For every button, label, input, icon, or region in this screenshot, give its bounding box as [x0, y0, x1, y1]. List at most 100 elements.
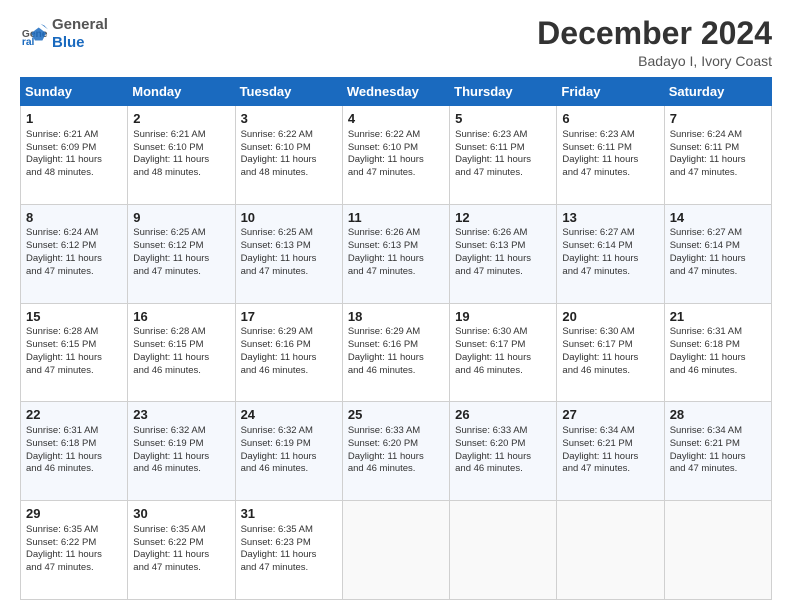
day-info-line: and 47 minutes. — [670, 266, 766, 279]
day-info-line: Daylight: 11 hours — [241, 352, 337, 365]
month-title: December 2024 — [537, 16, 772, 51]
day-info-line: Sunrise: 6:35 AM — [26, 524, 122, 537]
day-number: 3 — [241, 110, 337, 128]
day-info-line: and 47 minutes. — [562, 266, 658, 279]
day-info-line: Daylight: 11 hours — [241, 154, 337, 167]
day-number: 11 — [348, 209, 444, 227]
day-info-line: and 46 minutes. — [455, 463, 551, 476]
day-info-line: and 48 minutes. — [26, 167, 122, 180]
day-info-line: Sunset: 6:10 PM — [133, 142, 229, 155]
logo-icon: Gene ral — [20, 20, 48, 48]
day-info-line: and 47 minutes. — [26, 266, 122, 279]
day-info-line: Sunset: 6:10 PM — [241, 142, 337, 155]
day-info-line: Sunset: 6:21 PM — [562, 438, 658, 451]
day-info-line: Sunrise: 6:35 AM — [241, 524, 337, 537]
calendar-cell: 1Sunrise: 6:21 AMSunset: 6:09 PMDaylight… — [21, 106, 128, 205]
calendar-cell — [557, 501, 664, 600]
day-info-line: Daylight: 11 hours — [241, 451, 337, 464]
day-info-line: Sunset: 6:19 PM — [133, 438, 229, 451]
day-info-line: Sunset: 6:15 PM — [133, 339, 229, 352]
day-info-line: Sunrise: 6:29 AM — [348, 326, 444, 339]
calendar-body: 1Sunrise: 6:21 AMSunset: 6:09 PMDaylight… — [21, 106, 772, 600]
calendar-cell: 30Sunrise: 6:35 AMSunset: 6:22 PMDayligh… — [128, 501, 235, 600]
calendar-week-1: 1Sunrise: 6:21 AMSunset: 6:09 PMDaylight… — [21, 106, 772, 205]
day-number: 17 — [241, 308, 337, 326]
day-info-line: Sunrise: 6:28 AM — [133, 326, 229, 339]
day-info-line: and 46 minutes. — [241, 365, 337, 378]
day-info-line: Sunset: 6:17 PM — [562, 339, 658, 352]
day-info-line: and 46 minutes. — [241, 463, 337, 476]
day-info-line: Sunset: 6:19 PM — [241, 438, 337, 451]
svg-text:ral: ral — [22, 37, 35, 48]
calendar-cell: 11Sunrise: 6:26 AMSunset: 6:13 PMDayligh… — [342, 204, 449, 303]
weekday-saturday: Saturday — [664, 78, 771, 106]
day-number: 21 — [670, 308, 766, 326]
day-info-line: Sunrise: 6:34 AM — [562, 425, 658, 438]
calendar-cell: 21Sunrise: 6:31 AMSunset: 6:18 PMDayligh… — [664, 303, 771, 402]
day-info-line: and 47 minutes. — [241, 266, 337, 279]
day-info-line: and 47 minutes. — [562, 167, 658, 180]
calendar-cell: 25Sunrise: 6:33 AMSunset: 6:20 PMDayligh… — [342, 402, 449, 501]
day-info-line: Sunset: 6:16 PM — [241, 339, 337, 352]
day-info-line: Sunset: 6:21 PM — [670, 438, 766, 451]
day-info-line: Daylight: 11 hours — [133, 253, 229, 266]
day-info-line: and 46 minutes. — [455, 365, 551, 378]
day-info-line: Sunrise: 6:23 AM — [455, 129, 551, 142]
day-info-line: Sunrise: 6:34 AM — [670, 425, 766, 438]
day-info-line: Sunset: 6:23 PM — [241, 537, 337, 550]
calendar-cell — [342, 501, 449, 600]
day-info-line: and 47 minutes. — [455, 266, 551, 279]
calendar-cell: 7Sunrise: 6:24 AMSunset: 6:11 PMDaylight… — [664, 106, 771, 205]
day-info-line: Daylight: 11 hours — [348, 154, 444, 167]
calendar-cell: 27Sunrise: 6:34 AMSunset: 6:21 PMDayligh… — [557, 402, 664, 501]
day-info-line: and 47 minutes. — [26, 365, 122, 378]
day-info-line: Sunset: 6:22 PM — [26, 537, 122, 550]
day-info-line: and 46 minutes. — [133, 365, 229, 378]
calendar-cell: 24Sunrise: 6:32 AMSunset: 6:19 PMDayligh… — [235, 402, 342, 501]
title-area: December 2024 Badayo I, Ivory Coast — [537, 16, 772, 69]
day-info-line: and 47 minutes. — [455, 167, 551, 180]
day-info-line: Daylight: 11 hours — [26, 549, 122, 562]
day-info-line: Daylight: 11 hours — [26, 154, 122, 167]
day-info-line: Daylight: 11 hours — [348, 352, 444, 365]
day-info-line: and 46 minutes. — [348, 365, 444, 378]
day-info-line: and 46 minutes. — [348, 463, 444, 476]
day-info-line: Daylight: 11 hours — [26, 253, 122, 266]
calendar-cell: 8Sunrise: 6:24 AMSunset: 6:12 PMDaylight… — [21, 204, 128, 303]
logo: Gene ral General Blue — [20, 16, 108, 52]
day-info-line: Sunrise: 6:28 AM — [26, 326, 122, 339]
day-info-line: Daylight: 11 hours — [241, 253, 337, 266]
day-info-line: Sunset: 6:15 PM — [26, 339, 122, 352]
weekday-tuesday: Tuesday — [235, 78, 342, 106]
day-info-line: Daylight: 11 hours — [133, 451, 229, 464]
calendar-cell: 6Sunrise: 6:23 AMSunset: 6:11 PMDaylight… — [557, 106, 664, 205]
day-info-line: Sunrise: 6:32 AM — [133, 425, 229, 438]
calendar-cell: 9Sunrise: 6:25 AMSunset: 6:12 PMDaylight… — [128, 204, 235, 303]
calendar-cell: 4Sunrise: 6:22 AMSunset: 6:10 PMDaylight… — [342, 106, 449, 205]
day-info-line: Sunset: 6:13 PM — [455, 240, 551, 253]
day-number: 30 — [133, 505, 229, 523]
day-info-line: and 47 minutes. — [26, 562, 122, 575]
day-info-line: Sunrise: 6:22 AM — [241, 129, 337, 142]
day-info-line: and 47 minutes. — [670, 167, 766, 180]
day-number: 22 — [26, 406, 122, 424]
day-number: 27 — [562, 406, 658, 424]
day-info-line: Sunrise: 6:35 AM — [133, 524, 229, 537]
day-info-line: Sunset: 6:17 PM — [455, 339, 551, 352]
day-info-line: and 46 minutes. — [670, 365, 766, 378]
day-info-line: Sunrise: 6:30 AM — [562, 326, 658, 339]
day-number: 8 — [26, 209, 122, 227]
calendar-table: SundayMondayTuesdayWednesdayThursdayFrid… — [20, 77, 772, 600]
day-info-line: Sunrise: 6:24 AM — [670, 129, 766, 142]
day-info-line: Daylight: 11 hours — [455, 352, 551, 365]
day-info-line: Sunset: 6:10 PM — [348, 142, 444, 155]
calendar-cell: 22Sunrise: 6:31 AMSunset: 6:18 PMDayligh… — [21, 402, 128, 501]
weekday-thursday: Thursday — [450, 78, 557, 106]
day-info-line: Sunset: 6:18 PM — [26, 438, 122, 451]
day-info-line: Sunrise: 6:25 AM — [133, 227, 229, 240]
day-info-line: Daylight: 11 hours — [562, 253, 658, 266]
day-info-line: Sunrise: 6:23 AM — [562, 129, 658, 142]
day-number: 23 — [133, 406, 229, 424]
calendar-cell: 3Sunrise: 6:22 AMSunset: 6:10 PMDaylight… — [235, 106, 342, 205]
day-number: 15 — [26, 308, 122, 326]
